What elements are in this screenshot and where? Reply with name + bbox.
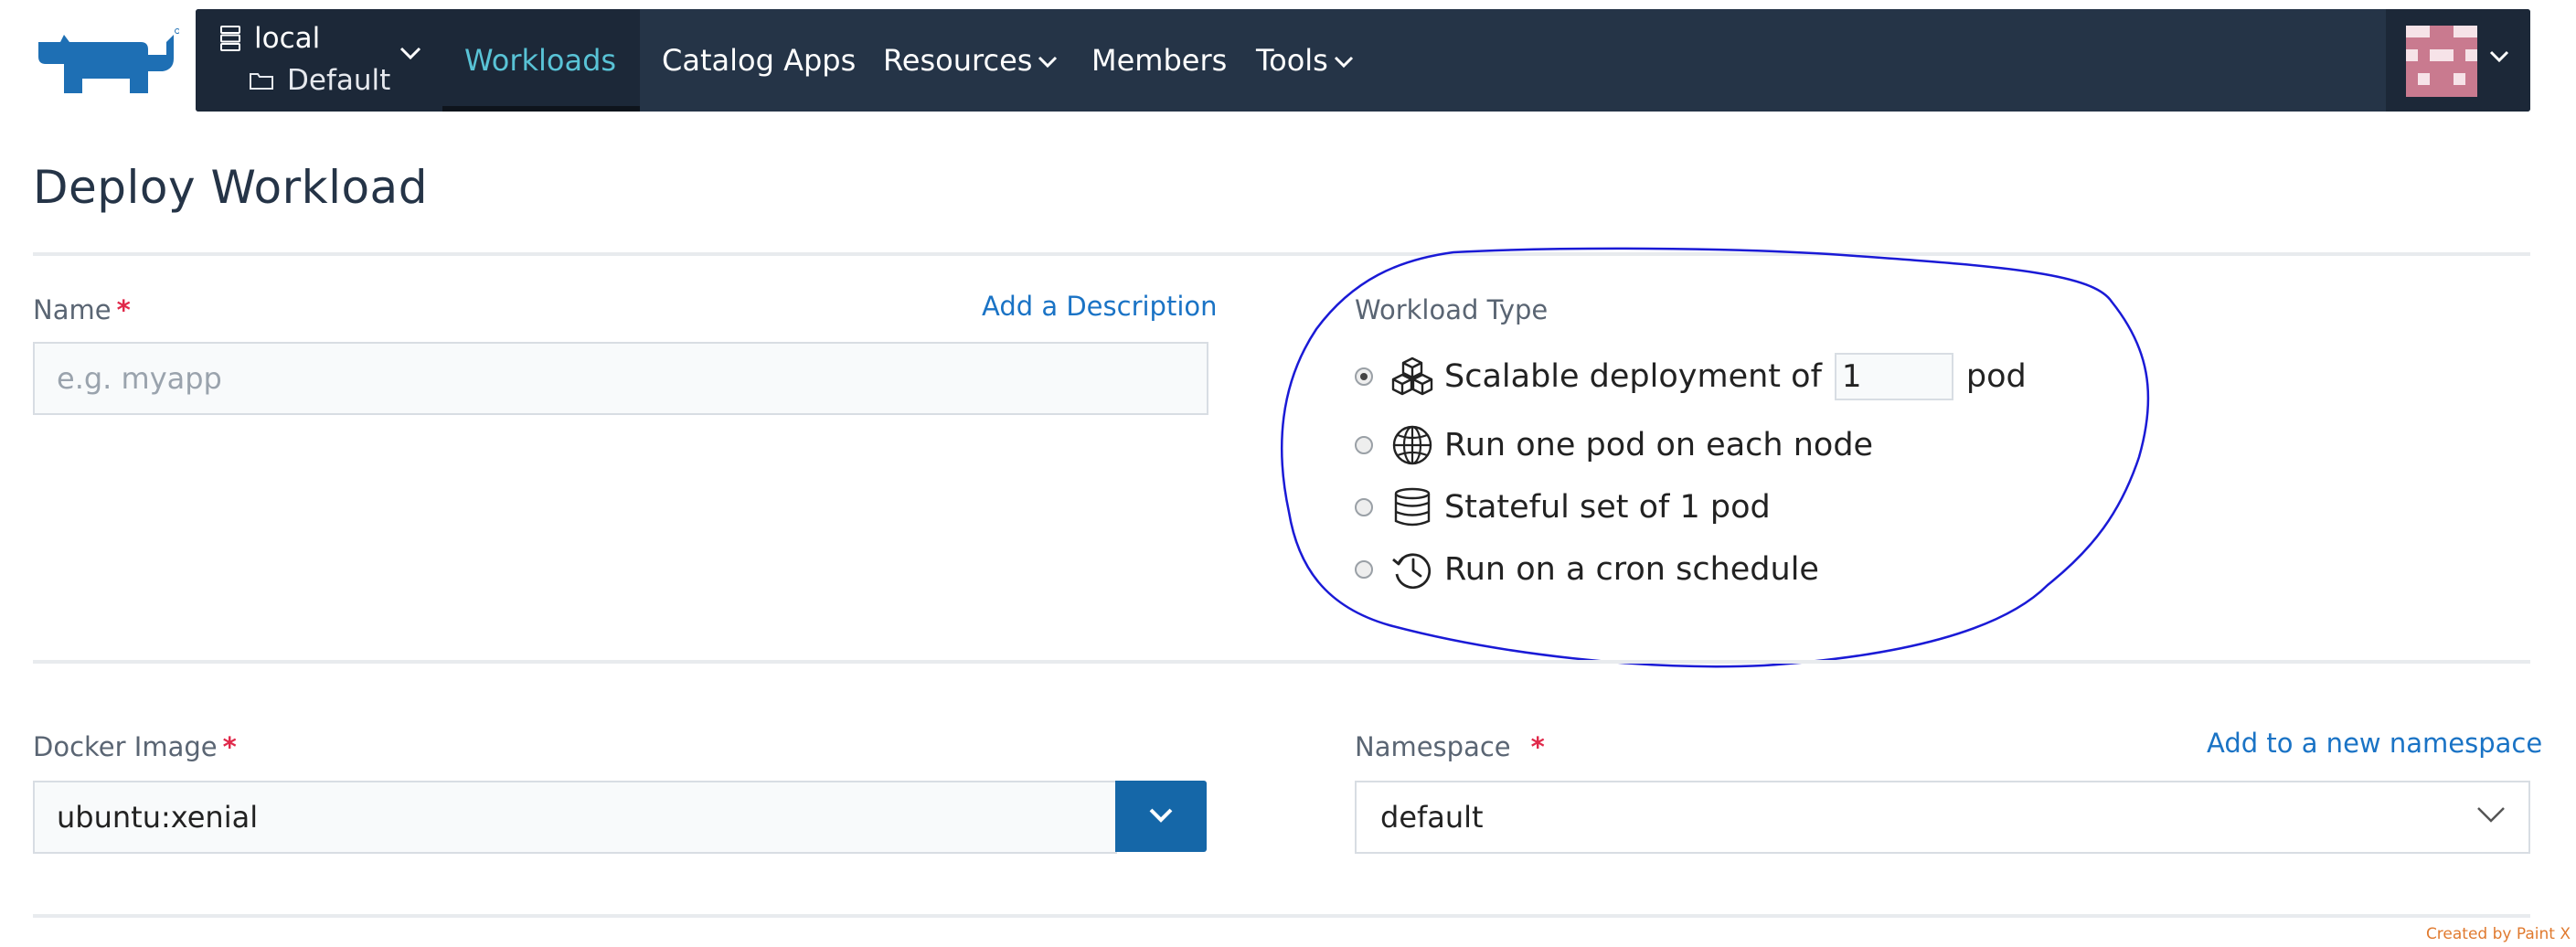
namespace-select[interactable]: default <box>1355 781 2530 854</box>
workload-option-daemonset[interactable]: Run one pod on each node <box>1355 424 1873 466</box>
project-name: Default <box>287 64 391 97</box>
workload-option-cronjob[interactable]: Run on a cron schedule <box>1355 548 1819 591</box>
chevron-down-icon <box>1334 56 1353 69</box>
nav-catalog-apps[interactable]: Catalog Apps <box>662 9 856 112</box>
chevron-down-icon[interactable] <box>399 46 422 60</box>
cronjob-label: Run on a cron schedule <box>1444 551 1819 588</box>
divider <box>33 914 2530 918</box>
workload-option-statefulset[interactable]: Stateful set of 1 pod <box>1355 486 1771 528</box>
database-icon <box>1394 487 1431 527</box>
chevron-down-icon[interactable] <box>2488 49 2510 64</box>
folder-icon <box>250 73 273 90</box>
project-switcher[interactable]: Default <box>249 64 390 97</box>
chevron-down-icon <box>2477 807 2505 823</box>
docker-image-input[interactable] <box>33 781 1117 854</box>
docker-image-label: Docker Image * <box>33 731 237 762</box>
radio-statefulset[interactable] <box>1355 498 1373 516</box>
page-title: Deploy Workload <box>33 161 428 214</box>
nav-members[interactable]: Members <box>1091 9 1227 112</box>
namespace-label: Namespace * <box>1355 731 1545 762</box>
workload-option-scalable-deployment[interactable]: Scalable deployment of pod <box>1355 353 2027 400</box>
scalable-deployment-unit: pod <box>1965 358 2027 395</box>
chevron-down-icon <box>1149 808 1173 823</box>
add-description-link[interactable]: Add a Description <box>982 291 1218 322</box>
rancher-logo[interactable] <box>33 22 179 95</box>
radio-scalable-deployment[interactable] <box>1355 367 1373 386</box>
nav-tools[interactable]: Tools <box>1256 9 1354 112</box>
watermark: Created by Paint X <box>2425 925 2571 943</box>
radio-daemonset[interactable] <box>1355 436 1373 454</box>
globe-icon <box>1392 425 1432 465</box>
history-icon <box>1392 553 1432 590</box>
nav-resources[interactable]: Resources <box>883 9 1058 112</box>
name-label: Name * <box>33 294 131 325</box>
scalable-deployment-label: Scalable deployment of <box>1444 358 1822 395</box>
workload-type-label: Workload Type <box>1355 294 1549 325</box>
cluster-name: local <box>254 22 321 55</box>
chevron-down-icon <box>1038 56 1058 69</box>
avatar[interactable] <box>2406 26 2477 97</box>
divider <box>33 660 2530 664</box>
add-new-namespace-link[interactable]: Add to a new namespace <box>2207 728 2542 759</box>
statefulset-label: Stateful set of 1 pod <box>1444 489 1771 526</box>
radio-cronjob[interactable] <box>1355 560 1373 579</box>
server-icon <box>220 26 240 51</box>
cluster-switcher[interactable]: local <box>219 22 320 55</box>
daemonset-label: Run one pod on each node <box>1444 427 1874 463</box>
main-navbar: local Default Workloads Catalog Apps Res… <box>196 9 2530 112</box>
cubes-icon <box>1391 356 1433 396</box>
name-input[interactable] <box>33 342 1208 415</box>
nav-workloads[interactable]: Workloads <box>442 9 641 112</box>
cluster-project-switcher[interactable]: local Default <box>196 9 442 112</box>
image-dropdown-button[interactable] <box>1115 781 1207 852</box>
namespace-value: default <box>1380 800 1484 835</box>
user-menu[interactable] <box>2386 9 2530 112</box>
divider <box>33 252 2530 256</box>
scale-count-input[interactable] <box>1834 353 1953 400</box>
